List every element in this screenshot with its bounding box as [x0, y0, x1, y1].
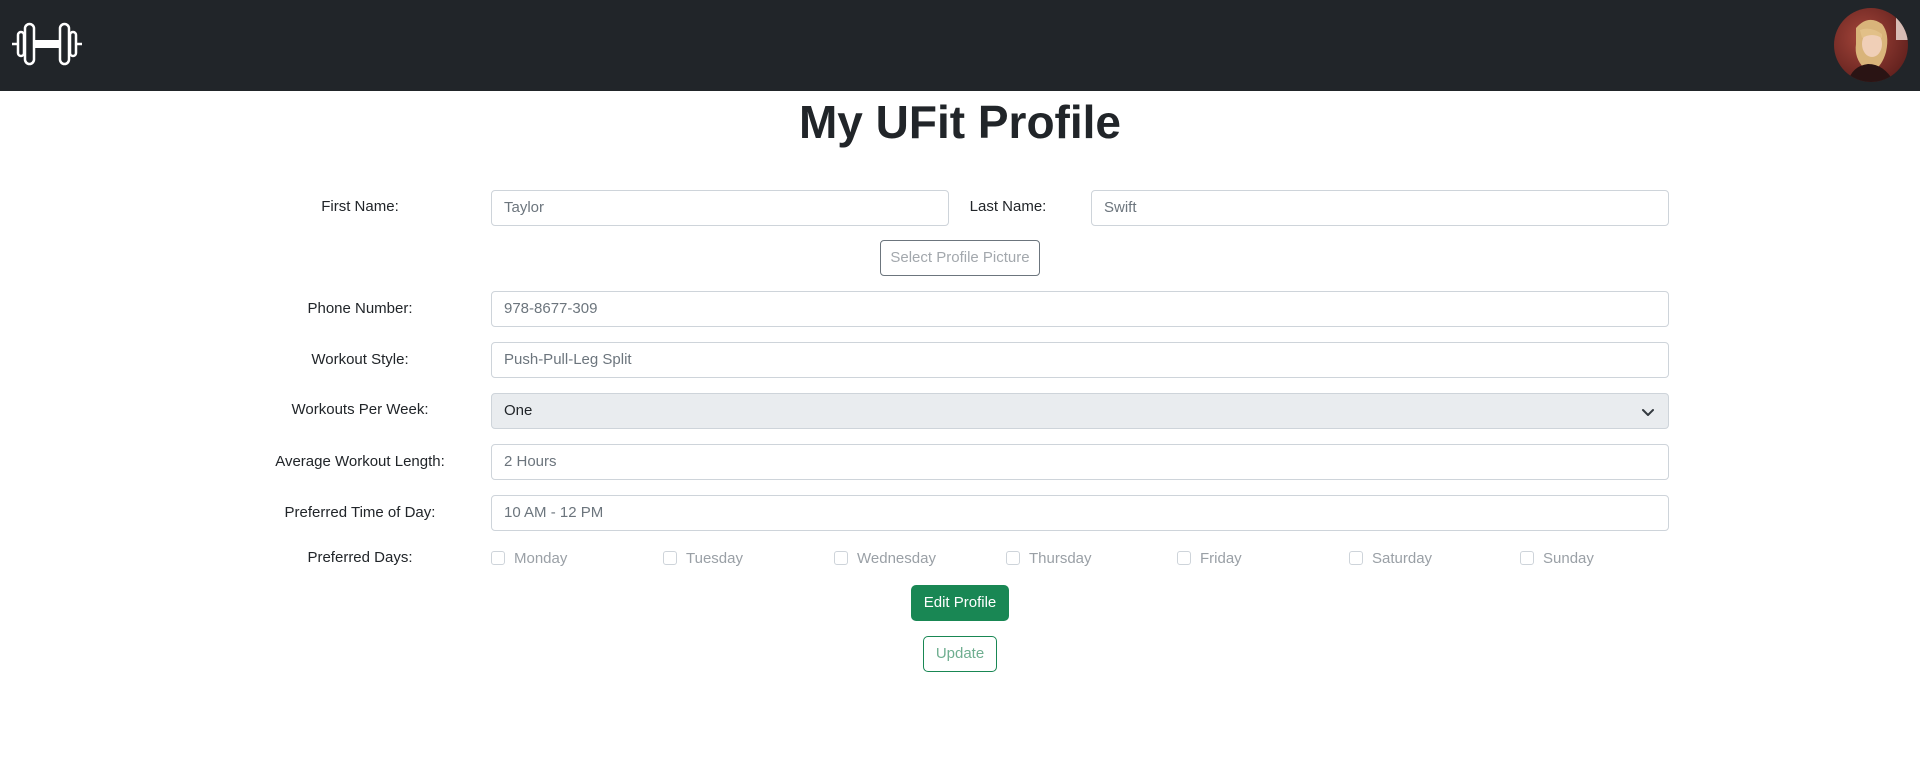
day-label: Thursday — [1029, 549, 1092, 567]
preferred-days-label: Preferred Days: — [307, 549, 413, 566]
checkbox[interactable] — [834, 551, 848, 565]
top-navbar — [0, 0, 1920, 91]
day-label: Saturday — [1372, 549, 1433, 567]
day-label: Monday — [514, 549, 568, 567]
phone-number-input[interactable]: 978-8677-309 — [491, 291, 1669, 327]
update-button[interactable]: Update — [923, 636, 997, 672]
workouts-per-week-label: Workouts Per Week: — [291, 401, 429, 418]
workouts-per-week-value: One — [504, 402, 533, 419]
select-profile-picture-button[interactable]: Select Profile Picture — [880, 240, 1040, 276]
day-label: Tuesday — [686, 549, 743, 567]
day-checkbox-tuesday[interactable]: Tuesday — [663, 548, 743, 568]
average-workout-length-input[interactable]: 2 Hours — [491, 444, 1669, 480]
phone-number-label: Phone Number: — [307, 300, 413, 317]
chevron-down-icon — [1642, 409, 1654, 416]
day-checkbox-friday[interactable]: Friday — [1177, 548, 1242, 568]
last-name-label: Last Name: — [969, 198, 1047, 215]
day-label: Friday — [1200, 549, 1242, 567]
day-label: Wednesday — [857, 549, 936, 567]
first-name-input[interactable]: Taylor — [491, 190, 949, 226]
workouts-per-week-select[interactable]: One — [491, 393, 1669, 429]
workout-style-label: Workout Style: — [311, 351, 409, 368]
page-title: My UFit Profile — [798, 96, 1122, 148]
checkbox[interactable] — [491, 551, 505, 565]
day-checkbox-saturday[interactable]: Saturday — [1349, 548, 1432, 568]
last-name-input[interactable]: Swift — [1091, 190, 1669, 226]
day-checkbox-wednesday[interactable]: Wednesday — [834, 548, 936, 568]
day-label: Sunday — [1543, 549, 1594, 567]
dumbbell-icon[interactable] — [11, 20, 83, 68]
first-name-label: First Name: — [321, 198, 399, 215]
workout-style-input[interactable]: Push-Pull-Leg Split — [491, 342, 1669, 378]
edit-profile-button[interactable]: Edit Profile — [911, 585, 1009, 621]
average-workout-length-label: Average Workout Length: — [275, 453, 445, 470]
checkbox[interactable] — [663, 551, 677, 565]
checkbox[interactable] — [1177, 551, 1191, 565]
checkbox[interactable] — [1349, 551, 1363, 565]
preferred-time-input[interactable]: 10 AM - 12 PM — [491, 495, 1669, 531]
day-checkbox-sunday[interactable]: Sunday — [1520, 548, 1594, 568]
preferred-time-label: Preferred Time of Day: — [284, 504, 436, 521]
day-checkbox-monday[interactable]: Monday — [491, 548, 567, 568]
day-checkbox-thursday[interactable]: Thursday — [1006, 548, 1092, 568]
checkbox[interactable] — [1520, 551, 1534, 565]
checkbox[interactable] — [1006, 551, 1020, 565]
user-avatar[interactable] — [1834, 8, 1908, 82]
